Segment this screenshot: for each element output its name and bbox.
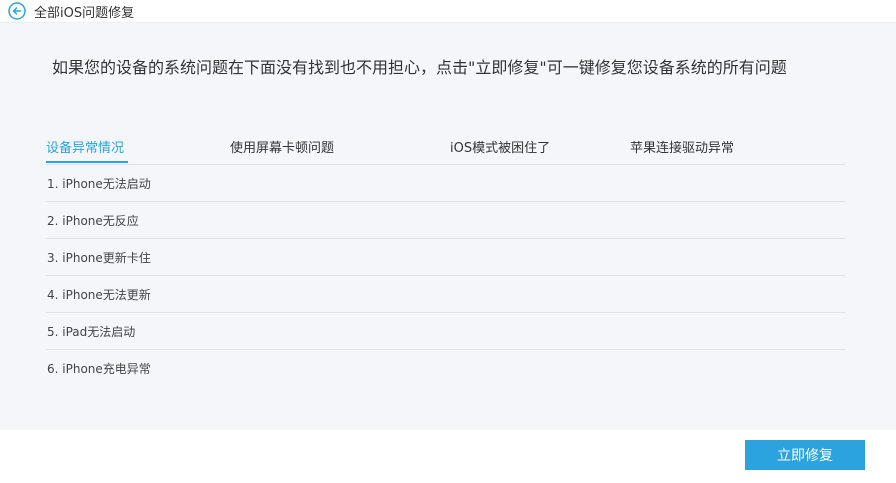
back-button[interactable] <box>8 2 26 20</box>
tab-ios-mode-stuck[interactable]: iOS模式被困住了 <box>450 137 550 163</box>
tab-screen-lag[interactable]: 使用屏幕卡顿问题 <box>230 137 334 163</box>
issue-item[interactable]: 5. iPad无法启动 <box>46 313 846 350</box>
main-panel: 如果您的设备的系统问题在下面没有找到也不用担心，点击"立即修复"可一键修复您设备… <box>0 23 896 430</box>
issue-list: 1. iPhone无法启动 2. iPhone无反应 3. iPhone更新卡住… <box>46 165 846 386</box>
arrow-left-circle-icon <box>8 2 26 20</box>
intro-text: 如果您的设备的系统问题在下面没有找到也不用担心，点击"立即修复"可一键修复您设备… <box>52 58 787 77</box>
tab-bar: 设备异常情况 使用屏幕卡顿问题 iOS模式被困住了 苹果连接驱动异常 <box>46 137 846 163</box>
issue-item[interactable]: 3. iPhone更新卡住 <box>46 239 846 276</box>
issue-item[interactable]: 2. iPhone无反应 <box>46 202 846 239</box>
issue-item[interactable]: 4. iPhone无法更新 <box>46 276 846 313</box>
tab-device-abnormal[interactable]: 设备异常情况 <box>46 137 129 163</box>
title-bar: 全部iOS问题修复 <box>0 0 896 23</box>
issue-item[interactable]: 6. iPhone充电异常 <box>46 350 846 386</box>
page-title: 全部iOS问题修复 <box>34 5 135 21</box>
footer: 立即修复 <box>0 430 896 483</box>
repair-now-button[interactable]: 立即修复 <box>745 440 865 470</box>
issue-item[interactable]: 1. iPhone无法启动 <box>46 165 846 202</box>
tab-connection-driver[interactable]: 苹果连接驱动异常 <box>630 137 734 163</box>
